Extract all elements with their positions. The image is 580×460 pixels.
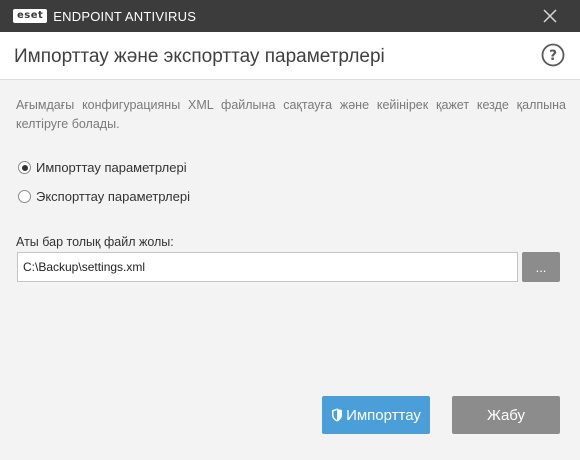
- export-radio-option[interactable]: Экспорттау параметрлері: [18, 189, 190, 204]
- eset-logo: eset ENDPOINT ANTIVIRUS: [13, 9, 196, 24]
- eset-logo-badge: eset: [13, 9, 48, 23]
- file-path-input[interactable]: [17, 252, 518, 282]
- close-button[interactable]: Жабу: [452, 396, 560, 434]
- dialog-header: Импорттау және экспорттау параметрлері ?: [0, 32, 580, 80]
- import-button-label: Импорттау: [346, 406, 421, 424]
- export-radio-label: Экспорттау параметрлері: [36, 189, 190, 204]
- shield-icon: [332, 408, 343, 422]
- help-icon[interactable]: ?: [541, 43, 565, 67]
- page-title: Импорттау және экспорттау параметрлері: [14, 46, 385, 67]
- browse-button[interactable]: ...: [522, 252, 560, 282]
- close-icon[interactable]: [540, 6, 560, 26]
- file-path-label: Аты бар толық файл жолы:: [16, 235, 174, 249]
- export-radio[interactable]: [18, 190, 31, 203]
- title-bar: eset ENDPOINT ANTIVIRUS: [0, 0, 580, 32]
- svg-text:?: ?: [549, 48, 557, 64]
- import-button[interactable]: Импорттау: [322, 396, 430, 434]
- import-radio-label: Импорттау параметрлері: [36, 160, 187, 175]
- description-text: Ағымдағы конфигурацияны XML файлына сақт…: [16, 98, 566, 131]
- import-radio[interactable]: [18, 161, 31, 174]
- app-title: ENDPOINT ANTIVIRUS: [53, 8, 197, 24]
- import-radio-option[interactable]: Импорттау параметрлері: [18, 160, 187, 175]
